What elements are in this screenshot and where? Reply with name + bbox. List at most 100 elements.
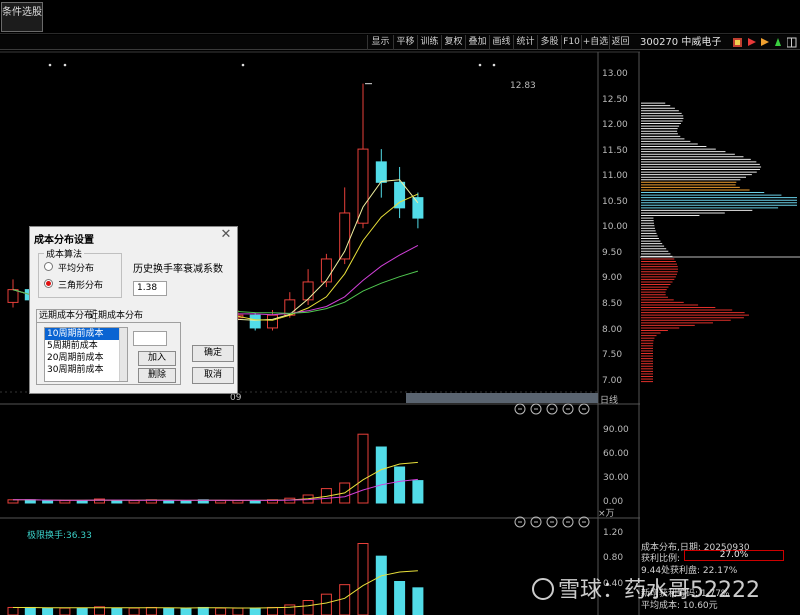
profit-ratio-value: 27.0% bbox=[719, 550, 749, 560]
turnover-bar bbox=[180, 607, 192, 615]
volume-bar bbox=[249, 500, 261, 504]
price-axis-tick: 11.00 bbox=[602, 171, 628, 182]
turnover-bar bbox=[42, 607, 54, 615]
candle-body bbox=[357, 148, 369, 224]
price-axis-tick: 7.00 bbox=[602, 375, 623, 386]
decay-label: 历史换手率衰减系数 bbox=[133, 264, 223, 275]
snowball-logo-icon bbox=[532, 578, 554, 600]
turnover-bar bbox=[215, 607, 227, 615]
volume-bar bbox=[357, 433, 369, 504]
turnover-bar bbox=[412, 587, 424, 615]
price-axis-tick: 8.50 bbox=[602, 298, 623, 309]
price-axis-tick: 13.00 bbox=[602, 69, 628, 79]
dialog-title: 成本分布设置 bbox=[34, 235, 94, 246]
volume-bar bbox=[375, 446, 387, 504]
volume-bar bbox=[111, 500, 123, 504]
time-scrollbar bbox=[406, 393, 598, 403]
turnover-axis-tick: 0.80 bbox=[603, 553, 624, 564]
event-marker bbox=[492, 63, 496, 67]
turnover-bar bbox=[302, 600, 314, 615]
turnover-bar bbox=[375, 555, 387, 615]
candle-body bbox=[375, 161, 387, 183]
radio-average[interactable] bbox=[44, 262, 53, 271]
candle-body bbox=[320, 258, 332, 283]
candle-body bbox=[302, 281, 314, 301]
help-icon[interactable] bbox=[514, 403, 526, 415]
turnover-bar bbox=[128, 607, 140, 615]
decay-input[interactable]: 1.38 bbox=[133, 281, 167, 296]
radio-triangle[interactable] bbox=[44, 279, 53, 288]
volume-unit-label: ×万 bbox=[598, 509, 615, 519]
candle-body bbox=[394, 181, 406, 209]
turnover-axis-tick: 1.20 bbox=[603, 528, 624, 538]
turnover-bar bbox=[339, 584, 351, 615]
date-axis-tick: 09 bbox=[230, 393, 242, 403]
price-axis-tick: 11.50 bbox=[602, 145, 628, 156]
turnover-bar bbox=[24, 606, 36, 615]
price-axis-tick: 9.00 bbox=[602, 273, 623, 284]
volume-bar bbox=[180, 500, 192, 504]
volume-bar bbox=[59, 500, 71, 504]
volume-bar bbox=[128, 500, 140, 504]
turnover-bar bbox=[320, 593, 332, 615]
volume-bar bbox=[163, 500, 175, 504]
volume-ma-line bbox=[13, 478, 418, 501]
turnover-bar bbox=[7, 606, 19, 615]
close-icon[interactable]: ✕ bbox=[219, 228, 233, 242]
high-price-label: 12.83 bbox=[510, 81, 536, 91]
watermark: 雪球：药水哥52222 bbox=[532, 572, 760, 604]
turnover-bar bbox=[357, 543, 369, 615]
price-axis-tick: 9.50 bbox=[602, 247, 623, 258]
price-axis-tick: 10.50 bbox=[602, 196, 628, 207]
volume-bar bbox=[232, 500, 244, 504]
period-list-item[interactable]: 30周期前成本 bbox=[45, 364, 127, 376]
turnover-bar bbox=[284, 604, 296, 615]
event-marker bbox=[478, 63, 482, 67]
volume-ma-line bbox=[13, 461, 418, 501]
price-axis-tick: 12.50 bbox=[602, 94, 628, 105]
volume-bar bbox=[394, 466, 406, 504]
turnover-bar bbox=[111, 607, 123, 615]
cancel-button[interactable]: 取消 bbox=[192, 367, 234, 384]
price-axis-tick: 8.00 bbox=[602, 324, 623, 335]
turnover-bar bbox=[76, 607, 88, 615]
period-listbox[interactable]: 10周期前成本 5周期前成本 20周期前成本 30周期前成本 bbox=[44, 327, 128, 382]
close-icon[interactable] bbox=[578, 403, 590, 415]
candle-body bbox=[7, 289, 19, 303]
turnover-bar bbox=[232, 607, 244, 615]
period-list-item[interactable]: 20周期前成本 bbox=[45, 352, 127, 364]
zoom-in-icon[interactable] bbox=[530, 403, 542, 415]
swap-icon[interactable] bbox=[562, 403, 574, 415]
volume-bar bbox=[76, 500, 88, 504]
turnover-bar bbox=[145, 606, 157, 615]
period-list-item[interactable]: 5周期前成本 bbox=[45, 340, 127, 352]
algorithm-group-title: 成本算法 bbox=[44, 247, 85, 260]
candle-body bbox=[267, 314, 278, 329]
period-input[interactable] bbox=[133, 331, 167, 346]
turnover-bar bbox=[163, 607, 175, 615]
profit-ratio-bar: 27.0% bbox=[684, 550, 784, 561]
event-marker bbox=[48, 63, 52, 67]
settings-icon[interactable] bbox=[546, 403, 558, 415]
candle-body bbox=[249, 314, 261, 329]
price-axis-tick: 12.00 bbox=[602, 120, 628, 131]
candle-body bbox=[412, 197, 424, 219]
turnover-bar bbox=[394, 581, 406, 615]
volume-bar bbox=[215, 500, 227, 504]
volume-axis-tick: 60.00 bbox=[603, 449, 629, 459]
price-axis-tick: 10.00 bbox=[602, 222, 628, 233]
turnover-bar bbox=[59, 607, 71, 615]
volume-bar bbox=[412, 480, 424, 504]
delete-button[interactable]: 删除 bbox=[138, 368, 176, 383]
ok-button[interactable]: 确定 bbox=[192, 345, 234, 362]
turnover-ma-line bbox=[13, 570, 418, 609]
radio-average-label: 平均分布 bbox=[58, 264, 95, 274]
volume-bar bbox=[42, 500, 54, 504]
period-list-item[interactable]: 10周期前成本 bbox=[45, 328, 127, 340]
event-marker bbox=[241, 63, 245, 67]
volume-axis-tick: 90.00 bbox=[603, 425, 629, 435]
event-marker bbox=[63, 63, 67, 67]
listbox-scrollbar[interactable] bbox=[119, 328, 127, 381]
add-button[interactable]: 加入 bbox=[138, 351, 176, 366]
turnover-limit-label: 极限换手:36.33 bbox=[27, 531, 92, 541]
